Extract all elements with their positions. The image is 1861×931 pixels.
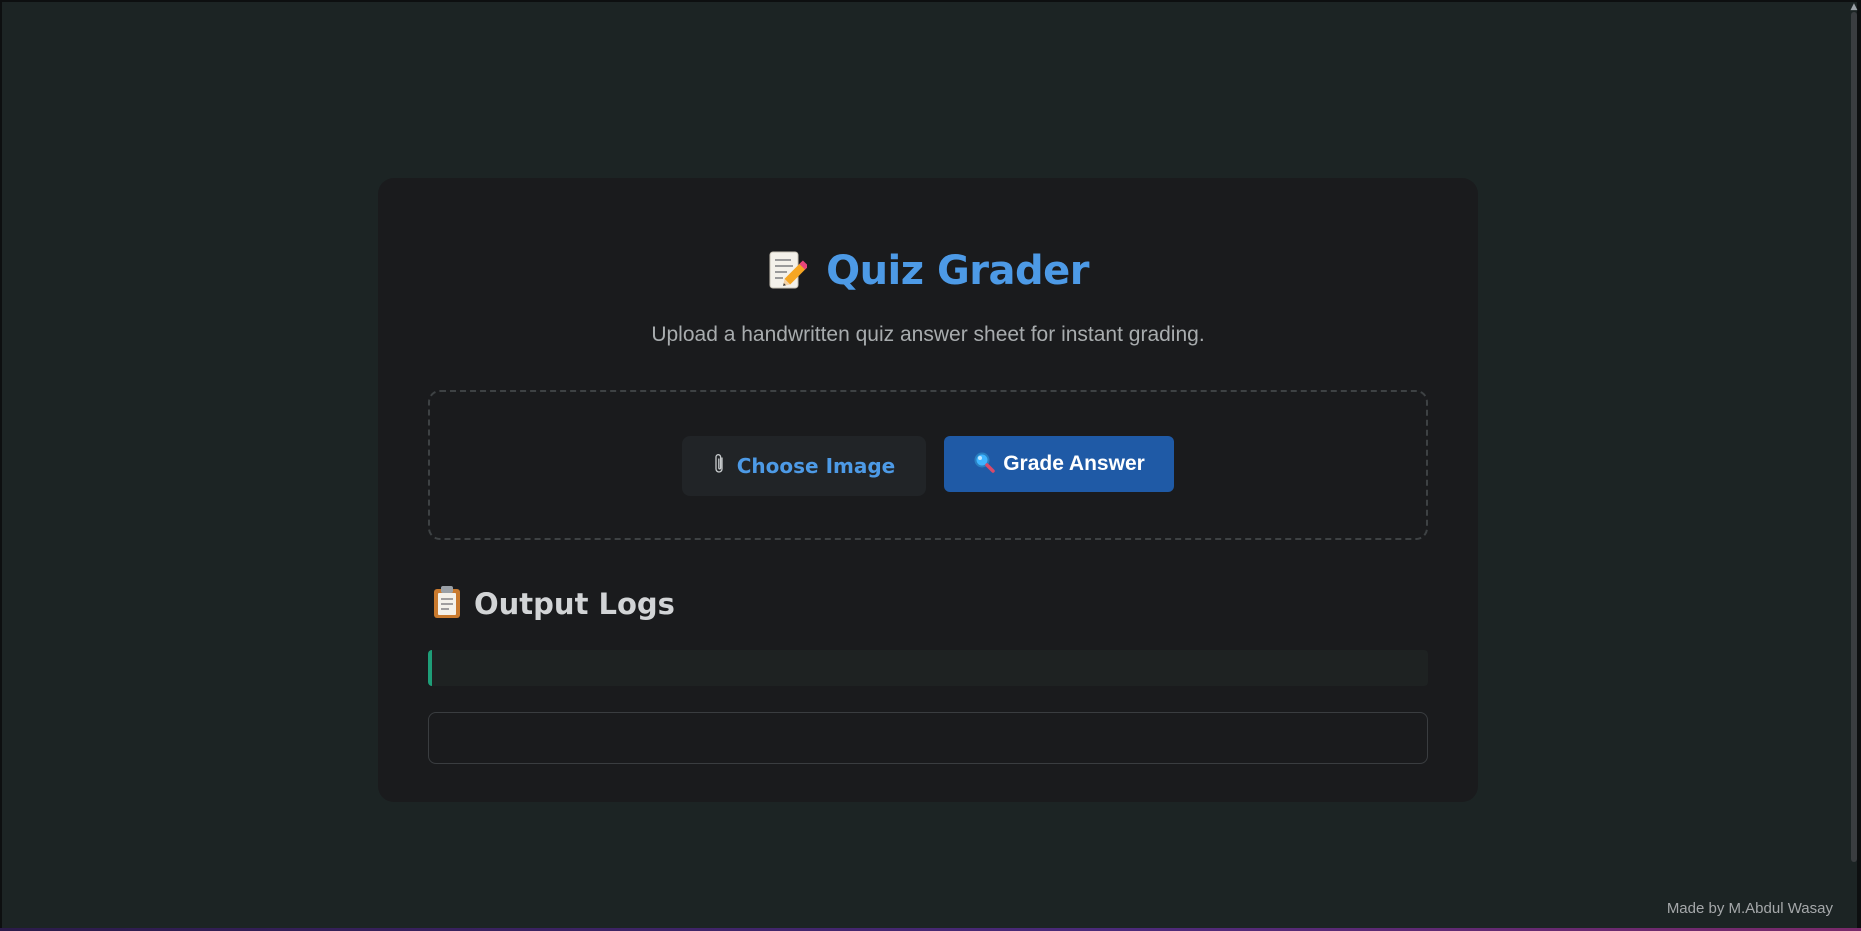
vertical-scrollbar[interactable] [1851,12,1857,862]
log-status-bar [428,650,1428,686]
paperclip-icon [713,453,727,479]
choose-image-label: Choose Image [736,454,896,478]
grade-answer-button[interactable]: Grade Answer [944,436,1174,492]
output-result-box [428,712,1428,764]
clipboard-icon [432,585,462,623]
upload-drop-zone[interactable]: Choose Image Grade Answer [428,390,1428,540]
output-logs-heading: Output Logs [432,582,675,626]
grade-answer-label: Grade Answer [1003,452,1145,475]
scroll-up-arrow-icon[interactable]: ▲ [1849,2,1859,12]
quiz-grader-card: Quiz Grader Upload a handwritten quiz an… [378,178,1478,802]
output-logs-title: Output Logs [474,587,675,621]
footer-credit: Made by M.Abdul Wasay [1666,900,1833,917]
page-title: Quiz Grader [826,248,1090,294]
page-subtitle: Upload a handwritten quiz answer sheet f… [651,323,1205,346]
memo-icon [767,250,809,292]
choose-image-button[interactable]: Choose Image [682,436,926,496]
title-row: Quiz Grader [378,248,1478,304]
magnifier-icon [973,451,995,477]
